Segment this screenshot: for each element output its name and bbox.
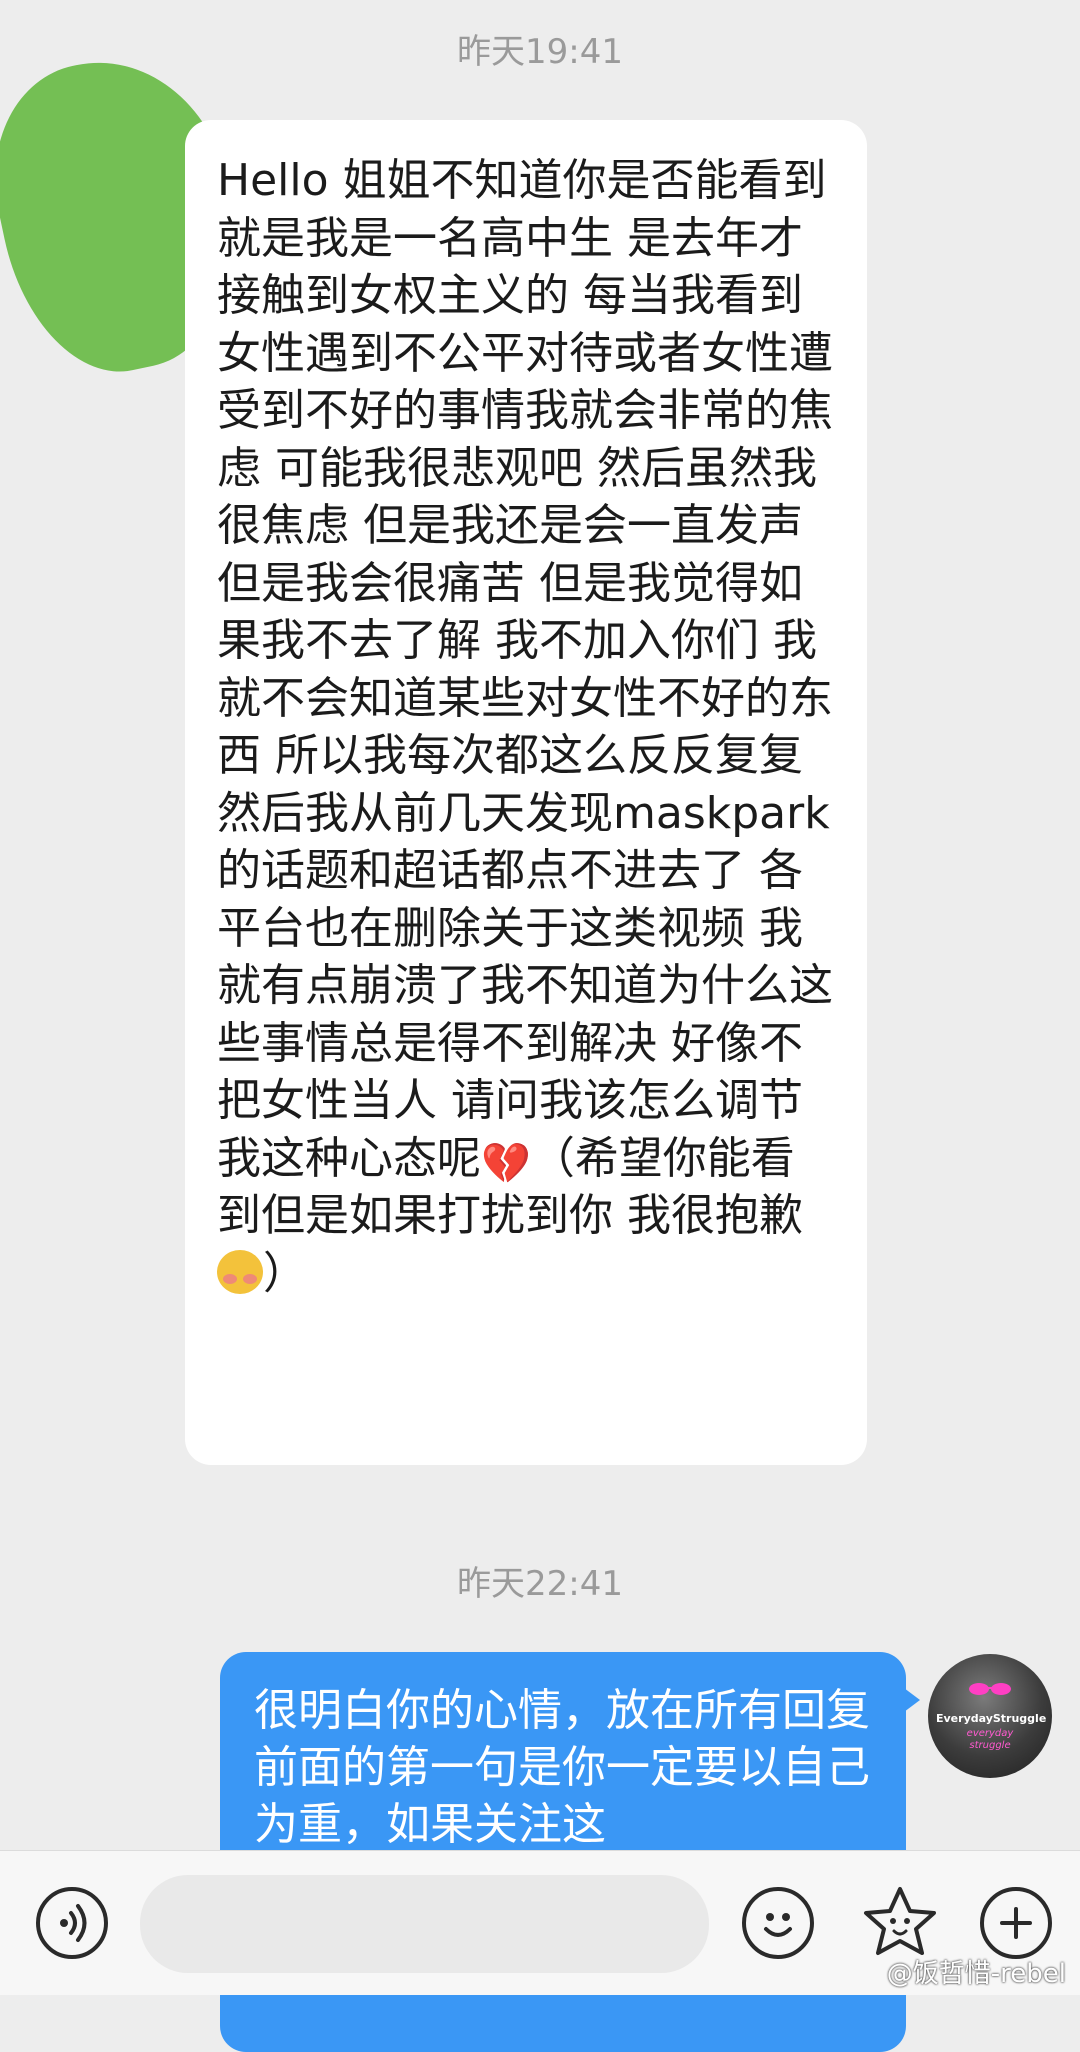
blushing-face-icon [217,1249,263,1294]
emoji-icon [764,1913,792,1937]
message-timestamp: 昨天19:41 [457,32,623,72]
broken-heart-icon: 💔 [481,1140,531,1187]
watermark: @饭哲惜-rebel [886,1959,1066,1989]
sticker-button[interactable] [860,1883,940,1963]
outgoing-message-text: 很明白你的心情，放在所有回复前面的第一句是你一定要以自己为重，如果关注这 [254,1685,870,1850]
message-body: Hello 姐姐不知道你是否能看到 就是我是一名高中生 是去年才接触到女权主义的… [217,155,841,1184]
message-input[interactable] [140,1875,709,1973]
sunglasses-icon [969,1683,1011,1695]
voice-icon [60,1904,87,1942]
more-button[interactable] [980,1887,1052,1959]
my-avatar[interactable]: EverydayStruggle everyday struggle [928,1654,1052,1778]
avatar-sublabel: everyday struggle [966,1728,1014,1751]
sticker-icon [864,1887,936,1955]
emoji-button[interactable] [742,1887,814,1959]
avatar-label: EverydayStruggle [936,1712,1047,1725]
incoming-message-text: Hello 姐姐不知道你是否能看到 就是我是一名高中生 是去年才接触到女权主义的… [217,152,833,1302]
plus-icon [1000,1907,1032,1939]
voice-button[interactable] [36,1887,108,1959]
incoming-message-bubble[interactable]: Hello 姐姐不知道你是否能看到 就是我是一名高中生 是去年才接触到女权主义的… [185,120,867,1465]
input-bar: @饭哲惜-rebel [0,1850,1080,1995]
message-closing: ） [263,1247,307,1299]
message-timestamp: 昨天22:41 [457,1564,623,1604]
